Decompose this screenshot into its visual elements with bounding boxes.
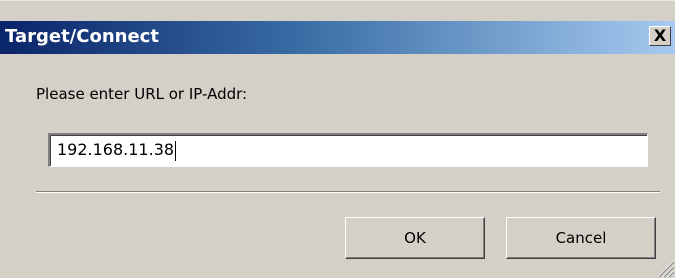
target-connect-dialog: Target/Connect X Please enter URL or IP-… [0, 0, 675, 278]
url-input[interactable]: 192.168.11.38 [48, 133, 648, 167]
separator [36, 191, 660, 193]
text-caret [175, 140, 177, 161]
resize-grip-icon[interactable] [653, 256, 675, 278]
title-bar[interactable]: Target/Connect X [0, 21, 675, 54]
close-icon: X [653, 26, 667, 45]
dialog-title: Target/Connect [5, 26, 159, 47]
cancel-button[interactable]: Cancel [506, 217, 656, 259]
ok-button[interactable]: OK [345, 217, 485, 259]
close-button[interactable]: X [649, 26, 671, 46]
url-input-value: 192.168.11.38 [57, 140, 175, 159]
url-prompt-label: Please enter URL or IP-Addr: [36, 85, 248, 103]
